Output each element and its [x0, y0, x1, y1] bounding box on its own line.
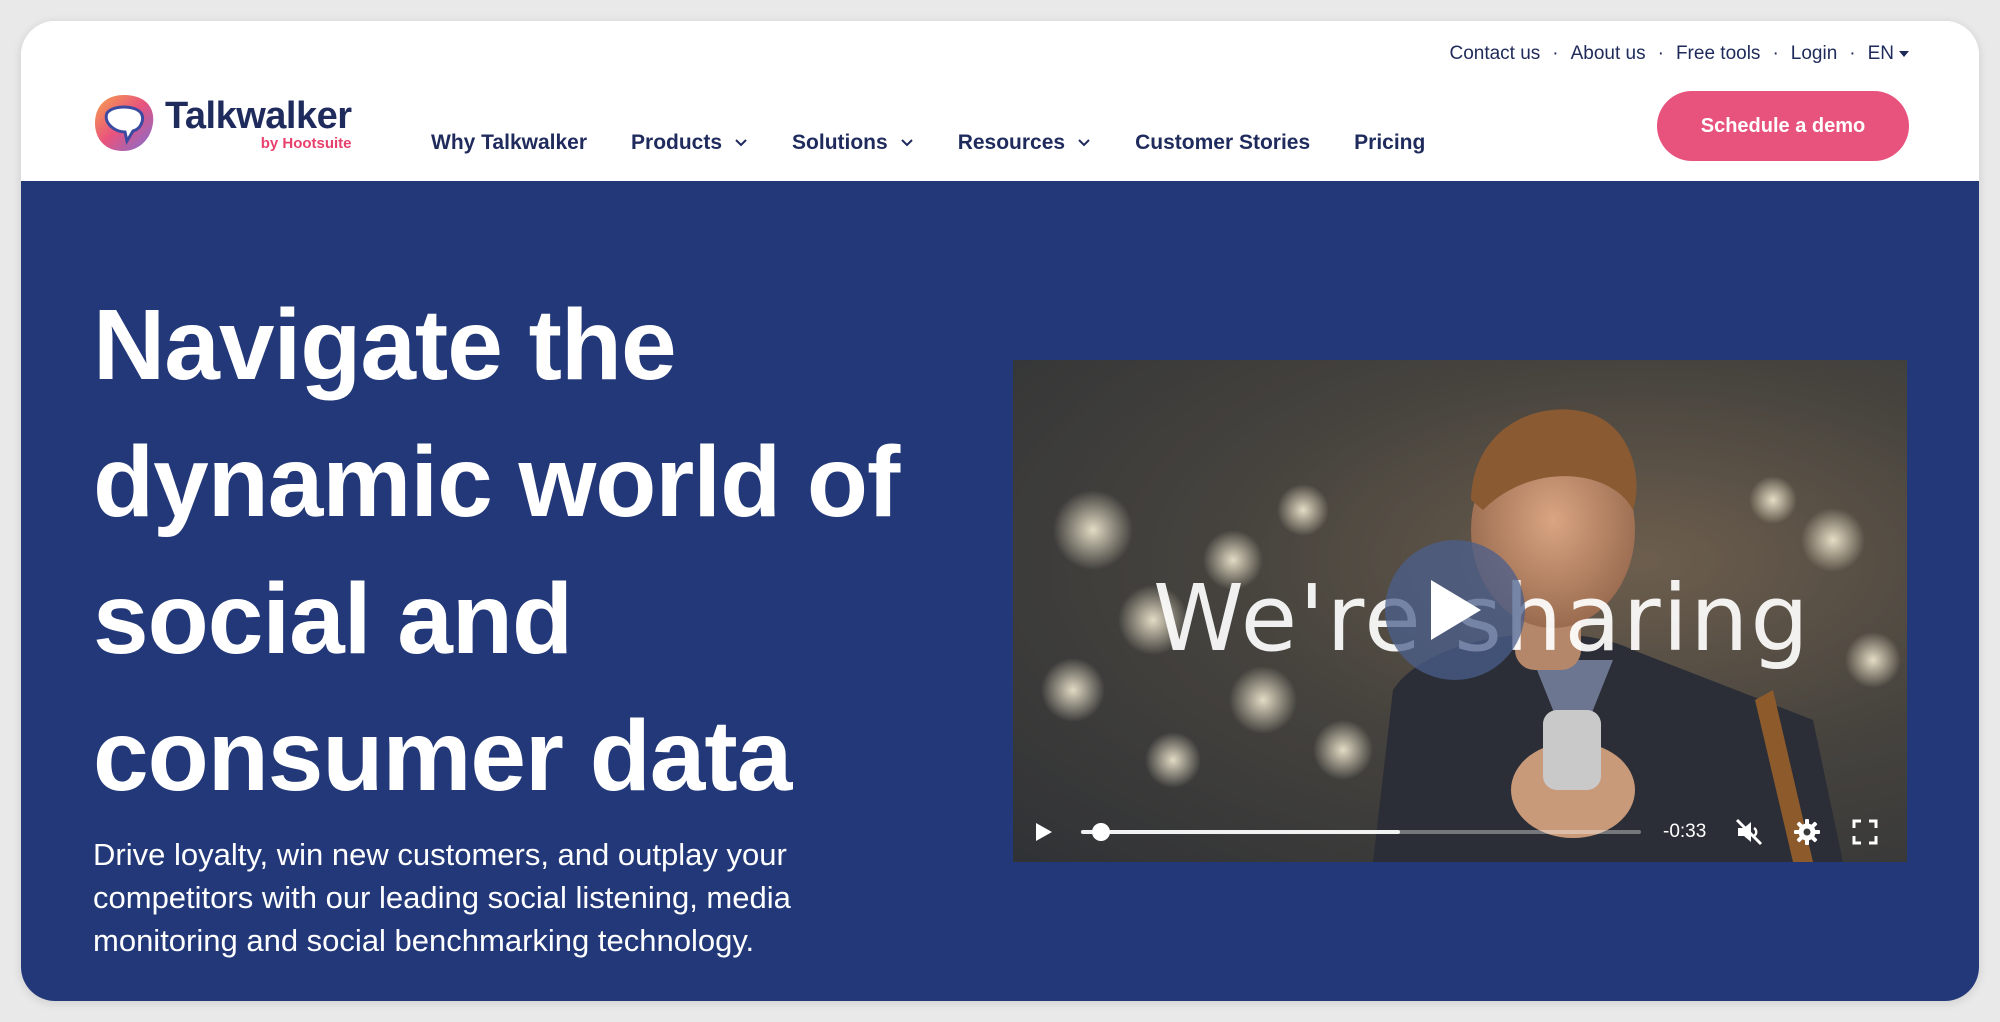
play-button[interactable] [1385, 540, 1525, 680]
chevron-down-icon [735, 139, 747, 147]
nav-pricing[interactable]: Pricing [1354, 131, 1425, 155]
logo-name: Talkwalker [165, 95, 352, 137]
hero-subtitle-line: Drive loyalty, win new customers, and ou… [93, 837, 787, 872]
site-header: Contact us · About us · Free tools · Log… [21, 21, 1979, 181]
muted-speaker-icon [1736, 818, 1763, 846]
hero-title-line: consumer data [93, 700, 792, 812]
settings-button[interactable] [1792, 817, 1822, 847]
main-nav: Why Talkwalker Products Solutions Resour… [431, 131, 1469, 155]
hero-title-line: social and [93, 563, 573, 675]
chevron-down-icon [900, 139, 913, 147]
time-remaining: -0:33 [1663, 821, 1707, 842]
play-icon[interactable] [1031, 820, 1055, 844]
chevron-down-icon [1078, 139, 1090, 147]
free-tools-link[interactable]: Free tools [1676, 43, 1760, 65]
nav-resources[interactable]: Resources [958, 131, 1091, 155]
hero-title-line: Navigate the [93, 289, 677, 401]
hero-subtitle-line: monitoring and social benchmarking techn… [93, 923, 755, 958]
separator: · [1772, 43, 1779, 64]
separator: · [1849, 43, 1856, 64]
nav-label: Solutions [792, 131, 888, 154]
nav-label: Customer Stories [1135, 131, 1311, 154]
gear-icon [1794, 819, 1821, 845]
separator: · [1657, 43, 1664, 64]
fullscreen-icon [1852, 819, 1878, 845]
talkwalker-logo-icon [95, 95, 154, 151]
nav-solutions[interactable]: Solutions [792, 131, 914, 155]
language-selector[interactable]: EN [1868, 43, 1909, 65]
language-label: EN [1867, 43, 1894, 64]
nav-label: Why Talkwalker [431, 131, 588, 154]
video-controls: -0:33 [1013, 802, 1907, 862]
nav-label: Pricing [1354, 131, 1426, 154]
separator: · [1552, 43, 1559, 64]
video-buffer [1081, 830, 1401, 834]
nav-why-talkwalker[interactable]: Why Talkwalker [431, 131, 587, 155]
nav-products[interactable]: Products [631, 131, 748, 155]
contact-us-link[interactable]: Contact us [1449, 43, 1540, 65]
mute-button[interactable] [1734, 817, 1764, 847]
play-icon [1431, 580, 1481, 640]
hero-subtitle: Drive loyalty, win new customers, and ou… [93, 833, 893, 962]
video-scrubber[interactable] [1092, 823, 1111, 841]
video-progress-bar[interactable] [1081, 823, 1641, 841]
fullscreen-button[interactable] [1850, 817, 1880, 847]
video-player[interactable]: We're sharing -0:33 [1013, 360, 1907, 862]
login-link[interactable]: Login [1791, 43, 1838, 65]
nav-label: Products [631, 131, 723, 154]
about-us-link[interactable]: About us [1571, 43, 1646, 65]
hero-title: Navigate the dynamic world of social and… [93, 277, 953, 825]
utility-bar: Contact us · About us · Free tools · Log… [1449, 43, 1909, 65]
logo-sub: by Hootsuite [260, 135, 352, 152]
hero-subtitle-line: competitors with our leading social list… [93, 880, 791, 915]
page-card: Contact us · About us · Free tools · Log… [21, 21, 1979, 1001]
schedule-demo-button[interactable]: Schedule a demo [1657, 91, 1909, 161]
nav-label: Resources [957, 131, 1066, 154]
hero-title-line: dynamic world of [93, 426, 900, 538]
nav-customer-stories[interactable]: Customer Stories [1135, 131, 1310, 155]
caret-down-icon [1899, 50, 1909, 57]
talkwalker-logo[interactable]: Talkwalker by Hootsuite [91, 91, 352, 157]
